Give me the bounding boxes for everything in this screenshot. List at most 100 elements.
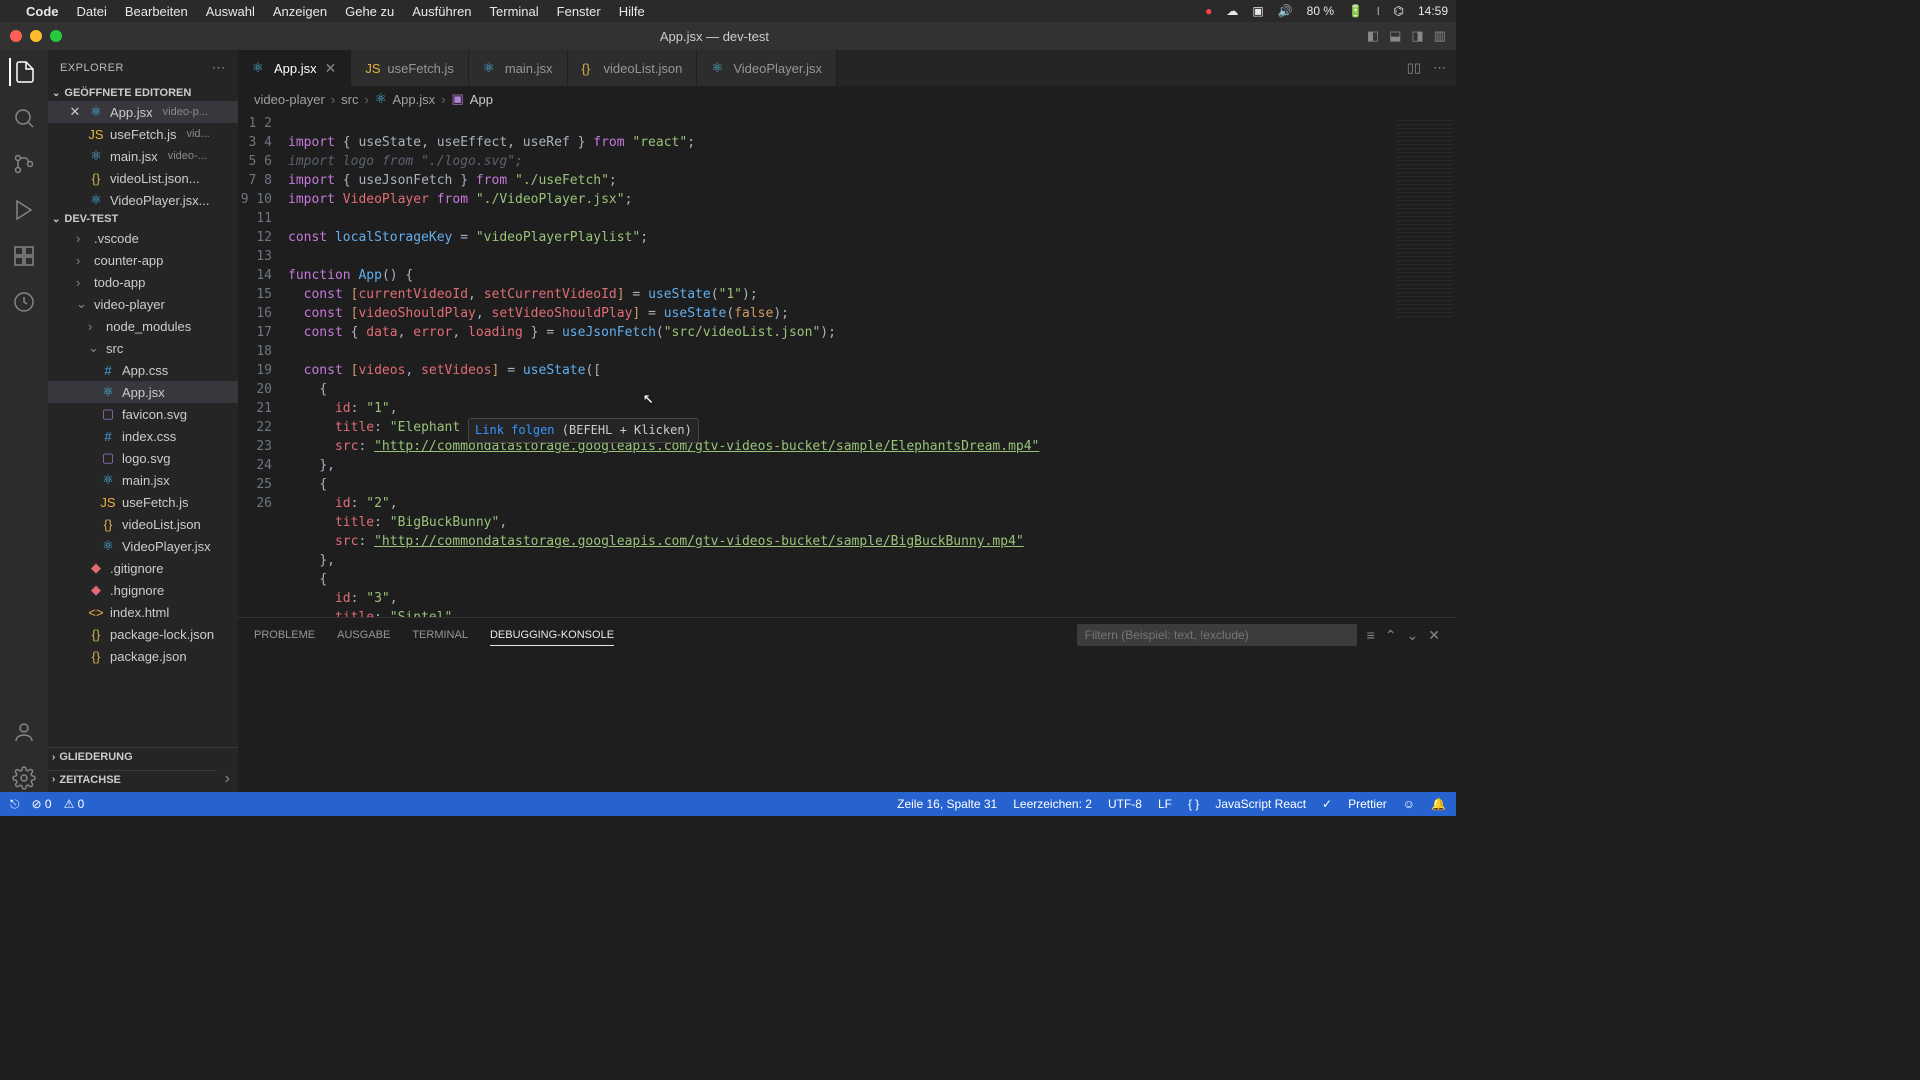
outline-header[interactable]: › GLIEDERUNG bbox=[48, 747, 238, 766]
open-editor-item[interactable]: ⚛main.jsxvideo-... bbox=[48, 145, 238, 167]
encoding[interactable]: UTF-8 bbox=[1108, 797, 1142, 811]
clock[interactable]: 14:59 bbox=[1418, 4, 1448, 18]
eol[interactable]: LF bbox=[1158, 797, 1172, 811]
breadcrumb-item[interactable]: App bbox=[470, 92, 493, 107]
panel-left-icon[interactable]: ◧ bbox=[1367, 28, 1379, 44]
folder-item[interactable]: ›node_modules bbox=[48, 315, 238, 337]
explorer-view-icon[interactable] bbox=[9, 58, 37, 86]
chevron-right-icon[interactable]: › bbox=[217, 766, 238, 792]
timeline-header[interactable]: › ZEITACHSE bbox=[48, 770, 217, 789]
file-item[interactable]: {}package.json bbox=[48, 645, 238, 667]
source-control-view-icon[interactable] bbox=[10, 150, 38, 178]
record-icon[interactable]: ● bbox=[1205, 4, 1212, 18]
file-item[interactable]: ◆.gitignore bbox=[48, 557, 238, 579]
panel-tab-terminal[interactable]: TERMINAL bbox=[412, 625, 468, 645]
folder-item[interactable]: ›todo-app bbox=[48, 271, 238, 293]
panel-right-icon[interactable]: ◨ bbox=[1411, 28, 1423, 44]
panel-tab-output[interactable]: AUSGABE bbox=[337, 625, 390, 645]
panel-tab-debug-console[interactable]: DEBUGGING-KONSOLE bbox=[490, 625, 614, 646]
chevron-down-icon[interactable]: ⌄ bbox=[1407, 627, 1419, 644]
breadcrumb-item[interactable]: App.jsx bbox=[393, 92, 436, 107]
indentation[interactable]: Leerzeichen: 2 bbox=[1013, 797, 1092, 811]
file-item[interactable]: ◆.hgignore bbox=[48, 579, 238, 601]
explorer-more-icon[interactable]: ⋯ bbox=[212, 59, 227, 76]
open-editor-item[interactable]: ✕⚛App.jsxvideo-p... bbox=[48, 101, 238, 123]
language-mode[interactable]: JavaScript React bbox=[1215, 797, 1306, 811]
folder-item[interactable]: ⌄video-player bbox=[48, 293, 238, 315]
editor-tab[interactable]: ⚛VideoPlayer.jsx bbox=[697, 50, 837, 86]
feedback-icon[interactable]: ☺ bbox=[1403, 797, 1415, 811]
warnings-count[interactable]: 0 bbox=[64, 797, 85, 811]
file-item[interactable]: #index.css bbox=[48, 425, 238, 447]
control-center-icon[interactable]: ⌬ bbox=[1393, 4, 1403, 18]
code-editor[interactable]: import { useState, useEffect, useRef } f… bbox=[288, 112, 1386, 617]
fullscreen-window-button[interactable] bbox=[50, 30, 62, 42]
errors-count[interactable]: 0 bbox=[32, 797, 52, 811]
live-share-icon[interactable] bbox=[10, 288, 38, 316]
breadcrumb-item[interactable]: src bbox=[341, 92, 358, 107]
close-editor-icon[interactable]: ✕ bbox=[68, 104, 82, 120]
folder-item[interactable]: ›counter-app bbox=[48, 249, 238, 271]
open-editor-item[interactable]: ⚛VideoPlayer.jsx... bbox=[48, 189, 238, 211]
battery-icon[interactable]: 🔋 bbox=[1348, 4, 1363, 18]
folder-item[interactable]: ›.vscode bbox=[48, 227, 238, 249]
file-item[interactable]: ⚛VideoPlayer.jsx bbox=[48, 535, 238, 557]
breadcrumb-item[interactable]: video-player bbox=[254, 92, 325, 107]
cloud-icon[interactable]: ☁ bbox=[1226, 4, 1238, 18]
more-actions-icon[interactable]: ⋯ bbox=[1433, 60, 1446, 76]
workspace-header[interactable]: ⌄ DEV-TEST bbox=[48, 211, 238, 227]
close-tab-icon[interactable]: ✕ bbox=[325, 60, 337, 77]
file-item[interactable]: ▢logo.svg bbox=[48, 447, 238, 469]
extensions-view-icon[interactable] bbox=[10, 242, 38, 270]
file-item[interactable]: {}package-lock.json bbox=[48, 623, 238, 645]
file-item[interactable]: <>index.html bbox=[48, 601, 238, 623]
menubar-item[interactable]: Anzeigen bbox=[273, 4, 327, 19]
file-item[interactable]: ⚛App.jsx bbox=[48, 381, 238, 403]
file-item[interactable]: ▢favicon.svg bbox=[48, 403, 238, 425]
prettier-status[interactable]: Prettier bbox=[1348, 797, 1387, 811]
menubar-item[interactable]: Gehe zu bbox=[345, 4, 394, 19]
file-item[interactable]: #App.css bbox=[48, 359, 238, 381]
remote-icon[interactable]: ⎋ bbox=[10, 797, 20, 812]
wifi-icon[interactable]: ⧙ bbox=[1377, 4, 1380, 19]
search-view-icon[interactable] bbox=[10, 104, 38, 132]
minimize-window-button[interactable] bbox=[30, 30, 42, 42]
panel-tab-problems[interactable]: PROBLEME bbox=[254, 625, 315, 645]
menubar-item[interactable]: Ausführen bbox=[412, 4, 471, 19]
menubar-item[interactable]: Fenster bbox=[557, 4, 601, 19]
line-number-gutter[interactable]: 1 2 3 4 5 6 7 8 9 10 11 12 13 14 15 16 1… bbox=[238, 112, 288, 617]
menubar-item[interactable]: Datei bbox=[77, 4, 107, 19]
open-editors-header[interactable]: ⌄ GEÖFFNETE EDITOREN bbox=[48, 85, 238, 101]
cursor-position[interactable]: Zeile 16, Spalte 31 bbox=[897, 797, 997, 811]
debug-console-filter-input[interactable] bbox=[1077, 624, 1357, 646]
layout-icon[interactable]: ▥ bbox=[1434, 28, 1446, 44]
file-item[interactable]: JSuseFetch.js bbox=[48, 491, 238, 513]
menubar-item[interactable]: Auswahl bbox=[206, 4, 255, 19]
display-icon[interactable]: ▣ bbox=[1252, 4, 1263, 18]
editor-tab[interactable]: JSuseFetch.js bbox=[351, 50, 468, 86]
breadcrumb[interactable]: video-player› src› ⚛ App.jsx› ▣ App bbox=[238, 86, 1456, 112]
split-editor-icon[interactable]: ▯▯ bbox=[1407, 60, 1421, 76]
open-editor-item[interactable]: JSuseFetch.jsvid... bbox=[48, 123, 238, 145]
menubar-item[interactable]: Terminal bbox=[490, 4, 539, 19]
run-debug-view-icon[interactable] bbox=[10, 196, 38, 224]
close-window-button[interactable] bbox=[10, 30, 22, 42]
volume-icon[interactable]: 🔊 bbox=[1278, 4, 1293, 18]
chevron-up-icon[interactable]: ⌃ bbox=[1385, 627, 1397, 644]
editor-tab[interactable]: ⚛App.jsx✕ bbox=[238, 50, 351, 86]
debug-console-body[interactable] bbox=[238, 652, 1456, 792]
file-item[interactable]: ⚛main.jsx bbox=[48, 469, 238, 491]
close-panel-icon[interactable]: ✕ bbox=[1428, 627, 1440, 644]
settings-gear-icon[interactable] bbox=[10, 764, 38, 792]
minimap[interactable] bbox=[1386, 112, 1456, 617]
accounts-icon[interactable] bbox=[10, 718, 38, 746]
editor-tab[interactable]: ⚛main.jsx bbox=[469, 50, 568, 86]
folder-item[interactable]: ⌄src bbox=[48, 337, 238, 359]
menubar-item[interactable]: Hilfe bbox=[619, 4, 645, 19]
file-item[interactable]: {}videoList.json bbox=[48, 513, 238, 535]
filter-settings-icon[interactable]: ≡ bbox=[1367, 627, 1375, 643]
panel-bottom-icon[interactable]: ⬓ bbox=[1389, 28, 1401, 44]
menubar-item[interactable]: Bearbeiten bbox=[125, 4, 188, 19]
open-editor-item[interactable]: {}videoList.json... bbox=[48, 167, 238, 189]
editor-tab[interactable]: {}videoList.json bbox=[568, 50, 698, 86]
